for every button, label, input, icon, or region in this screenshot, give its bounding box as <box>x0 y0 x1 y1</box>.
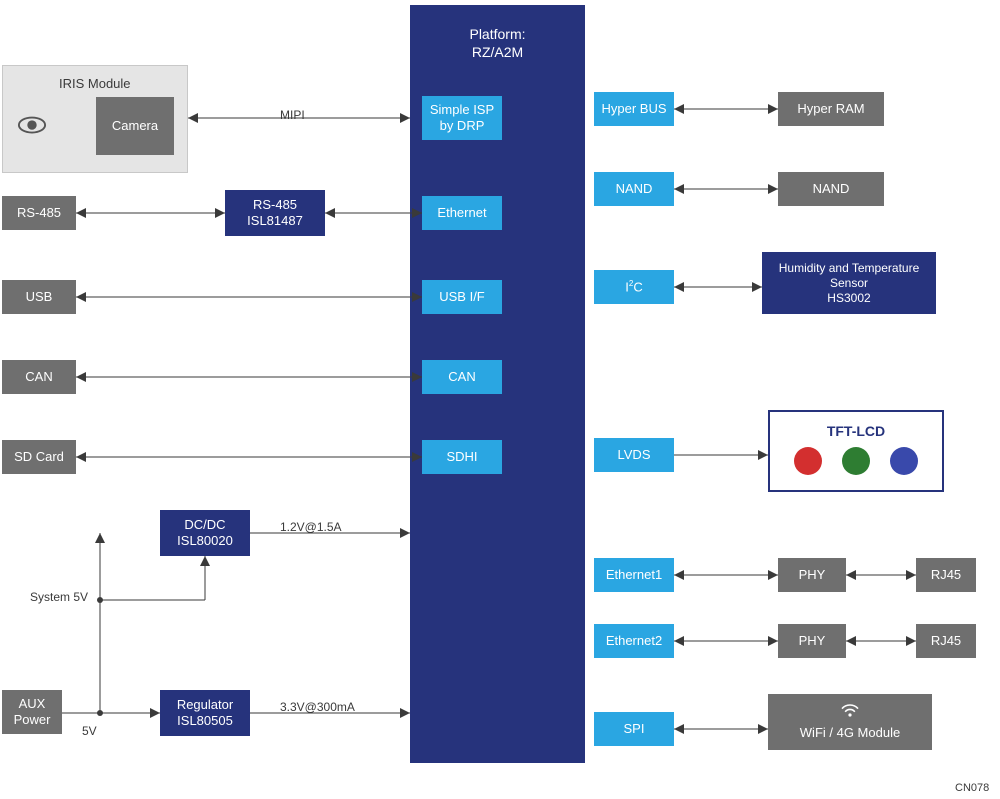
camera-block: Camera <box>96 97 174 155</box>
internal-hyperbus: Hyper BUS <box>594 92 674 126</box>
tft-red-dot <box>794 447 822 475</box>
tft-green-dot <box>842 447 870 475</box>
rs485-part: RS-485 ISL81487 <box>225 190 325 236</box>
internal-nand: NAND <box>594 172 674 206</box>
tft-blue-dot <box>890 447 918 475</box>
internal-ethernet: Ethernet <box>422 196 502 230</box>
platform-title-2: RZ/A2M <box>472 44 523 62</box>
internal-eth2: Ethernet2 <box>594 624 674 658</box>
wifi-label: WiFi / 4G Module <box>800 725 900 741</box>
eye-icon <box>17 114 47 140</box>
wifi-block: WiFi / 4G Module <box>768 694 932 750</box>
internal-i2c: I2C <box>594 270 674 304</box>
dcdc-part: DC/DC ISL80020 <box>160 510 250 556</box>
wifi-icon <box>840 703 860 723</box>
tft-lcd-title: TFT-LCD <box>827 423 885 441</box>
v12-label: 1.2V@1.5A <box>280 520 342 534</box>
platform-title-1: Platform: <box>469 26 525 44</box>
sdcard-block: SD Card <box>2 440 76 474</box>
phy1-block: PHY <box>778 558 846 592</box>
internal-lvds: LVDS <box>594 438 674 472</box>
regulator-part: Regulator ISL80505 <box>160 690 250 736</box>
phy2-block: PHY <box>778 624 846 658</box>
humidity-block: Humidity and Temperature Sensor HS3002 <box>762 252 936 314</box>
internal-eth1: Ethernet1 <box>594 558 674 592</box>
internal-simple-isp: Simple ISP by DRP <box>422 96 502 140</box>
rj45-1-block: RJ45 <box>916 558 976 592</box>
tft-lcd-block: TFT-LCD <box>768 410 944 492</box>
internal-usbif: USB I/F <box>422 280 502 314</box>
internal-spi: SPI <box>594 712 674 746</box>
rs485-block: RS-485 <box>2 196 76 230</box>
internal-sdhi: SDHI <box>422 440 502 474</box>
fiveV-label: 5V <box>82 724 97 738</box>
can-block: CAN <box>2 360 76 394</box>
hyperram-block: Hyper RAM <box>778 92 884 126</box>
internal-can: CAN <box>422 360 502 394</box>
usb-block: USB <box>2 280 76 314</box>
nand-right-block: NAND <box>778 172 884 206</box>
mipi-label: MIPI <box>280 108 305 122</box>
system5v-label: System 5V <box>30 590 88 604</box>
iris-title: IRIS Module <box>59 76 131 92</box>
aux-power-block: AUX Power <box>2 690 62 734</box>
v33-label: 3.3V@300mA <box>280 700 355 714</box>
cn-label: CN078 <box>955 782 989 794</box>
rj45-2-block: RJ45 <box>916 624 976 658</box>
